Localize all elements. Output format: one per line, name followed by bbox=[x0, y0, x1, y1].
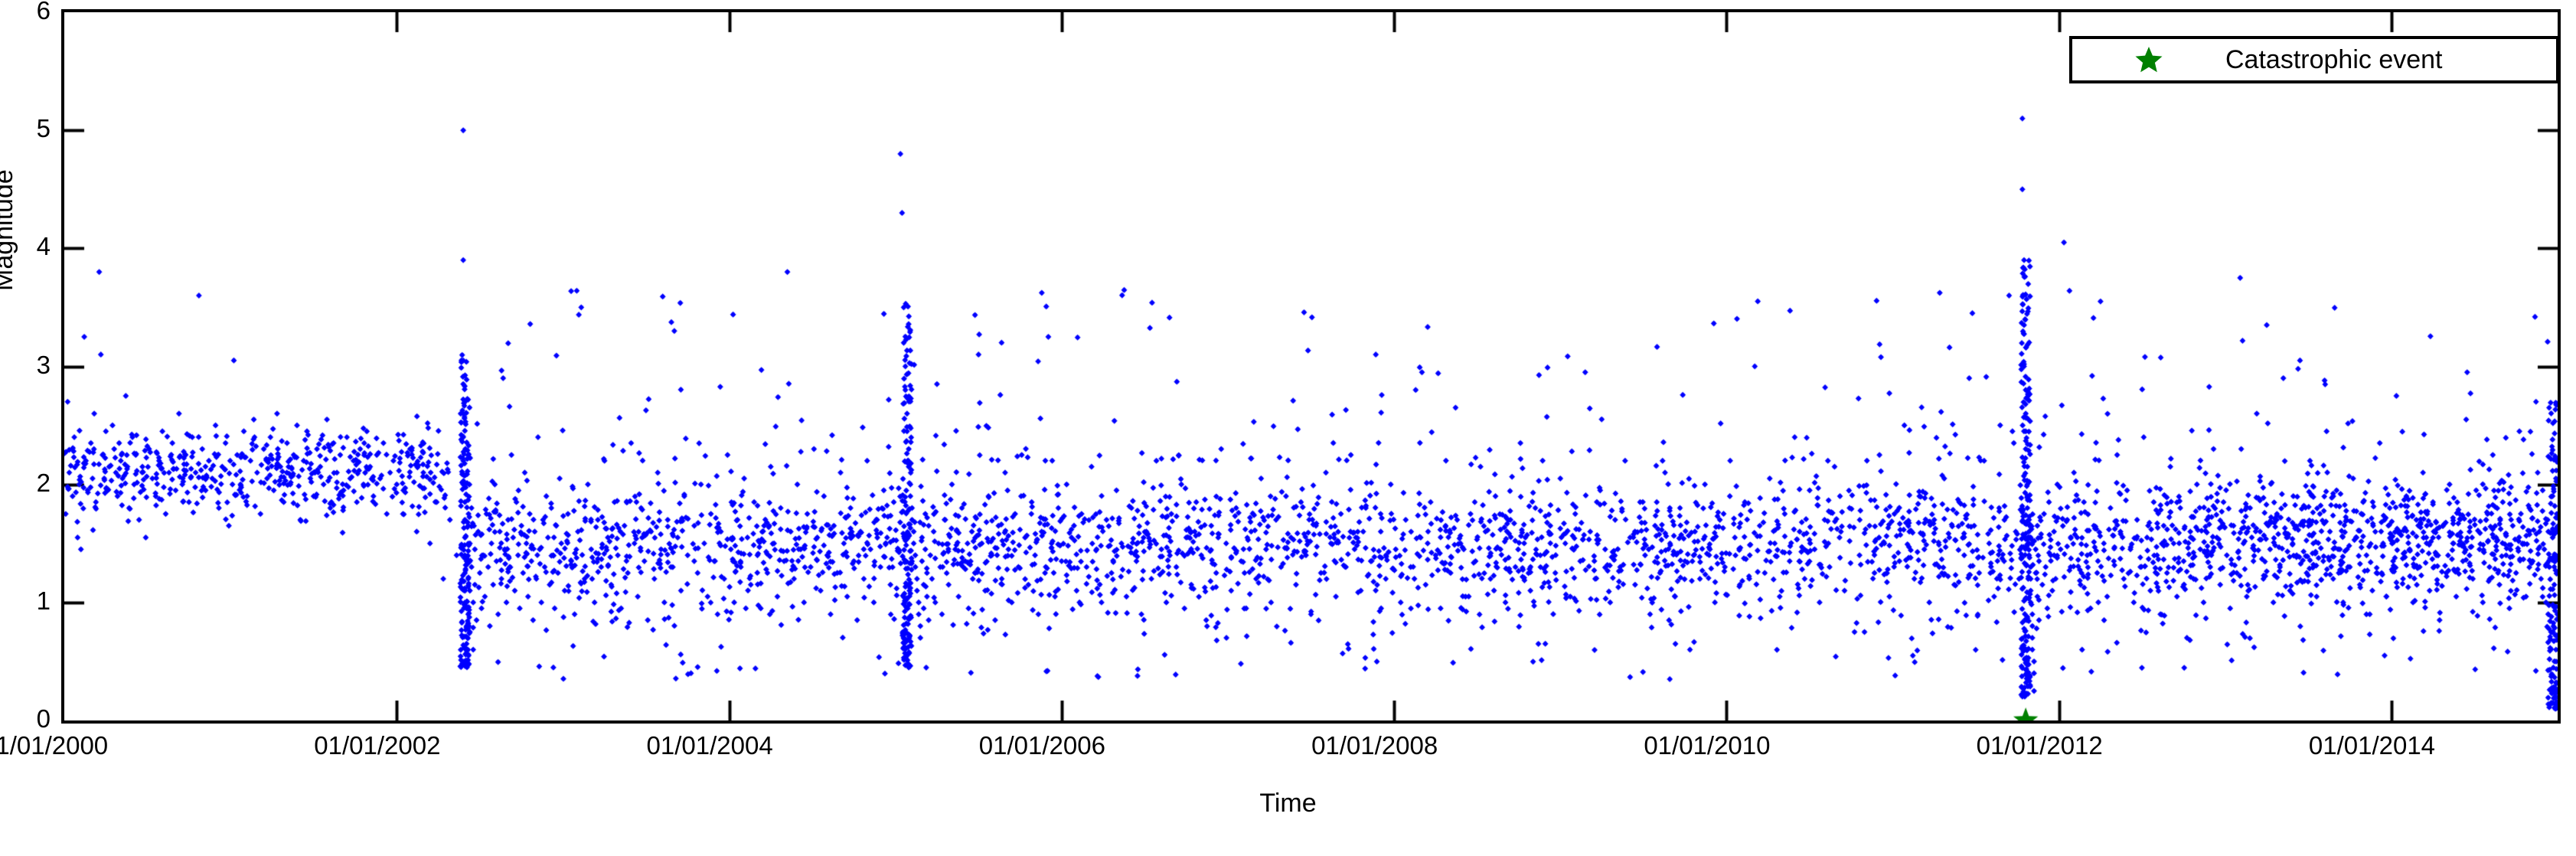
y-tick-label: 5 bbox=[36, 114, 51, 143]
legend-marker-catastrophic-event bbox=[2072, 44, 2225, 75]
star-icon bbox=[2135, 47, 2163, 73]
legend-label-catastrophic-event: Catastrophic event bbox=[2225, 44, 2443, 74]
x-tick-label: 01/01/2012 bbox=[1976, 731, 2103, 760]
y-tick-label: 0 bbox=[36, 704, 51, 733]
x-tick-label: 01/01/2004 bbox=[646, 731, 773, 760]
scatter-plot-canvas bbox=[64, 12, 2558, 720]
plot-area bbox=[61, 9, 2561, 724]
x-tick-label: 01/01/2008 bbox=[1311, 731, 1438, 760]
x-tick-label: 01/01/2000 bbox=[0, 731, 109, 760]
x-tick-label: 01/01/2002 bbox=[314, 731, 441, 760]
x-axis-label: Time bbox=[1259, 789, 1317, 818]
x-tick-label: 01/01/2014 bbox=[2308, 731, 2436, 760]
y-tick-label: 2 bbox=[36, 468, 51, 497]
figure-root: 0123456 Magnitude 01/01/200001/01/200201… bbox=[0, 0, 2576, 856]
x-tick-label: 01/01/2010 bbox=[1644, 731, 1771, 760]
x-tick-label: 01/01/2006 bbox=[978, 731, 1105, 760]
legend[interactable]: Catastrophic event bbox=[2069, 36, 2559, 83]
y-axis-label: Magnitude bbox=[0, 169, 18, 291]
y-tick-label: 6 bbox=[36, 0, 51, 25]
y-tick-label: 3 bbox=[36, 350, 51, 379]
y-tick-label: 1 bbox=[36, 586, 51, 615]
